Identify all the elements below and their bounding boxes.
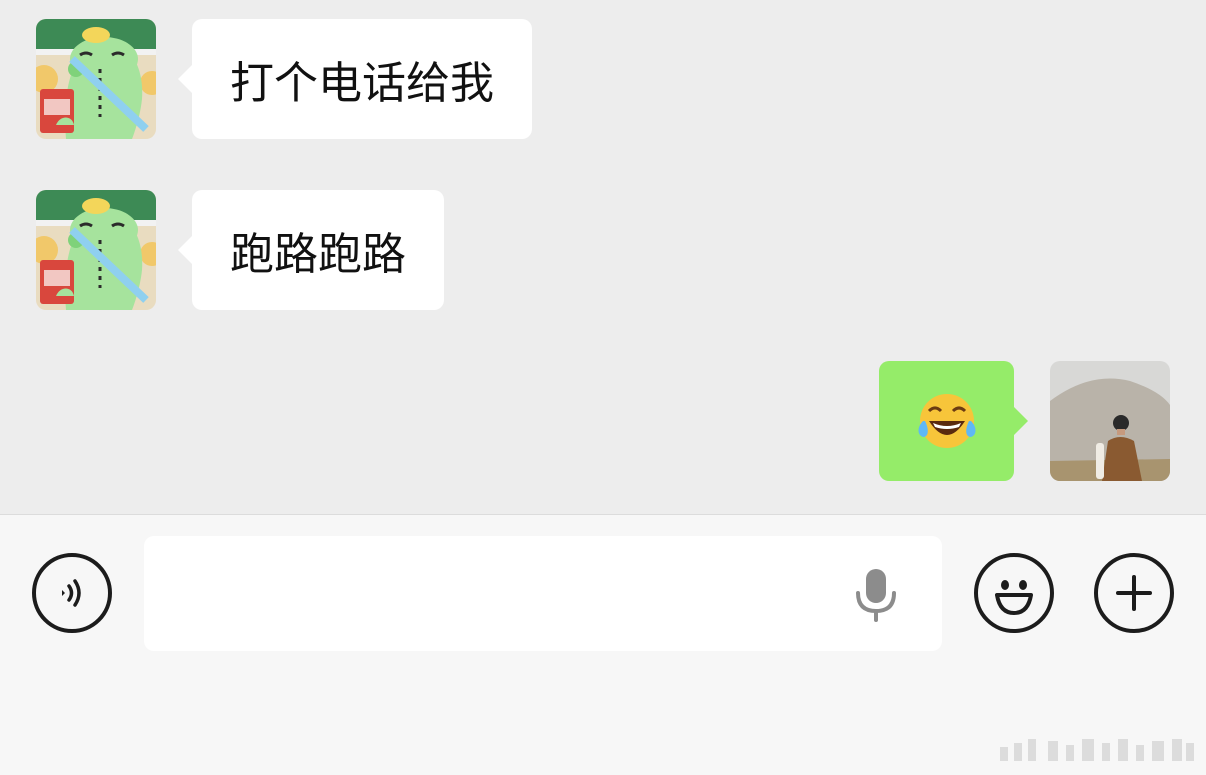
incoming-message-bubble[interactable]: 跑路跑路 — [178, 190, 444, 310]
contact-avatar[interactable] — [36, 190, 156, 310]
crocodile-avatar-image — [36, 190, 156, 310]
message-text: 打个电话给我 — [230, 58, 494, 109]
contact-avatar[interactable] — [36, 19, 156, 139]
message-text: 跑路跑路 — [230, 229, 406, 280]
input-panel — [0, 514, 1206, 775]
emoji-button[interactable] — [974, 553, 1054, 633]
message-input[interactable] — [144, 536, 942, 651]
crocodile-avatar-image — [36, 19, 156, 139]
outgoing-message-bubble[interactable]: 😂 — [879, 361, 1028, 481]
plus-icon — [1116, 575, 1152, 611]
watermark-mark — [1000, 739, 1194, 761]
more-options-button[interactable] — [1094, 553, 1174, 633]
chat-message-list[interactable]: 打个电话给我 跑路跑路 — [0, 0, 1206, 514]
incoming-message-bubble[interactable]: 打个电话给我 — [178, 19, 532, 139]
microphone-icon[interactable] — [852, 566, 900, 624]
user-photo-avatar-image — [1050, 361, 1170, 481]
face-with-tears-of-joy-icon — [918, 394, 975, 448]
voice-toggle-button[interactable] — [32, 553, 112, 633]
voice-toggle-icon — [62, 579, 81, 607]
my-avatar[interactable] — [1050, 361, 1170, 481]
emoji-icon — [995, 580, 1033, 615]
